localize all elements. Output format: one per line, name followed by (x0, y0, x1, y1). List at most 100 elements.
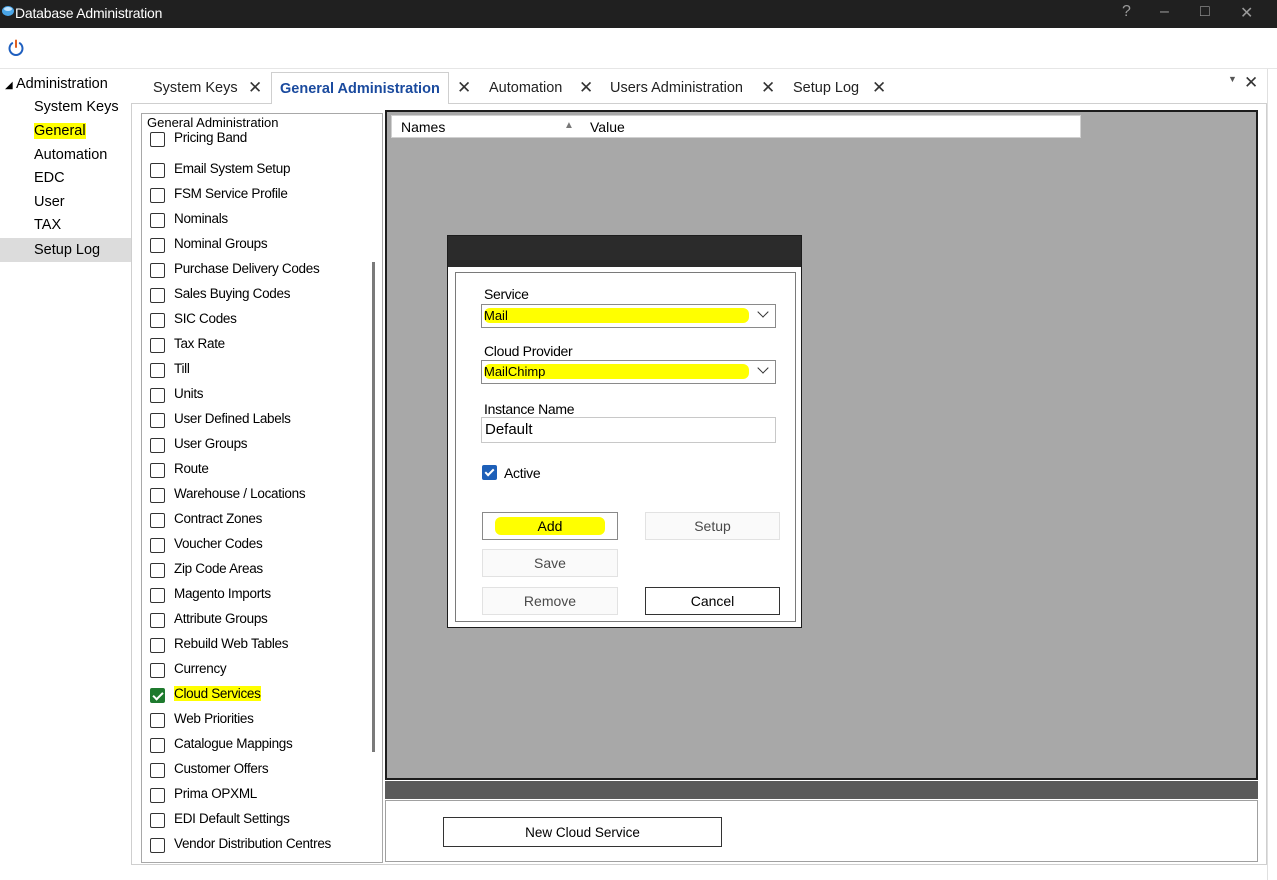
tab-automation[interactable]: Automation (489, 72, 562, 104)
tab-general-administration-close-icon[interactable]: ✕ (457, 72, 471, 104)
checklist-item-label: Purchase Delivery Codes (174, 261, 320, 276)
grid-header: Names ▲ Value (391, 115, 1081, 138)
cloud-provider-select[interactable]: MailChimp (481, 360, 776, 384)
checkbox[interactable] (150, 388, 165, 403)
tree-item-system-keys[interactable]: System Keys (34, 95, 119, 119)
checklist-item-label: Pricing Band (174, 130, 247, 145)
checklist-item-label: Web Priorities (174, 711, 254, 726)
checkbox[interactable] (150, 338, 165, 353)
title-bar: Database Administration ? – □ ✕ (0, 0, 1277, 28)
checklist-item-label: Zip Code Areas (174, 561, 263, 576)
general-administration-list: General Administration Pricing Band Email… (141, 113, 383, 863)
checkbox[interactable] (150, 813, 165, 828)
checkbox[interactable] (150, 188, 165, 203)
checklist-item-label: Route (174, 461, 209, 476)
tab-users-administration[interactable]: Users Administration (610, 72, 743, 104)
grid-col-names[interactable]: Names (401, 119, 445, 135)
checkbox[interactable] (150, 638, 165, 653)
list-header: General Administration (147, 115, 279, 130)
checklist-item-label: Rebuild Web Tables (174, 636, 289, 651)
checkbox[interactable] (150, 163, 165, 178)
help-button[interactable]: ? (1122, 3, 1131, 21)
tab-setup-log-close-icon[interactable]: ✕ (872, 72, 886, 104)
checkbox[interactable] (150, 263, 165, 278)
checkbox[interactable] (150, 713, 165, 728)
checkbox[interactable] (150, 238, 165, 253)
tree-item-user[interactable]: User (34, 190, 65, 214)
checklist-item-label: Sales Buying Codes (174, 286, 291, 301)
checklist-item-label: Currency (174, 661, 227, 676)
list-scrollbar[interactable] (372, 262, 375, 752)
checklist-item-label: Voucher Codes (174, 536, 263, 551)
checkbox[interactable] (150, 313, 165, 328)
checkbox[interactable] (150, 563, 165, 578)
cancel-button[interactable]: Cancel (645, 587, 780, 615)
checkbox[interactable] (150, 463, 165, 478)
checklist-item-label: Cloud Services (174, 686, 261, 701)
checklist-item-label: Catalogue Mappings (174, 736, 293, 751)
pane-menu-icon[interactable]: ▼ (1228, 74, 1237, 84)
tab-general-administration[interactable]: General Administration (271, 72, 449, 104)
maximize-button[interactable]: □ (1200, 3, 1210, 21)
checkbox[interactable] (150, 838, 165, 853)
tree-item-tax[interactable]: TAX (34, 213, 61, 237)
tree-item-setup-log[interactable]: Setup Log (0, 238, 131, 262)
checkbox[interactable] (150, 763, 165, 778)
power-icon[interactable] (7, 39, 25, 57)
active-checkbox[interactable] (482, 465, 497, 480)
window-title: Database Administration (15, 5, 163, 21)
active-label: Active (504, 465, 541, 481)
checkbox[interactable] (150, 438, 165, 453)
remove-button[interactable]: Remove (482, 587, 618, 615)
instance-name-label: Instance Name (484, 401, 575, 417)
checkbox-checked[interactable] (150, 688, 165, 703)
tree-item-general[interactable]: General (34, 119, 86, 143)
tab-users-administration-close-icon[interactable]: ✕ (761, 72, 775, 104)
tab-system-keys[interactable]: System Keys (153, 72, 238, 104)
tree-item-automation[interactable]: Automation (34, 143, 107, 167)
checkbox[interactable] (150, 213, 165, 228)
checklist-item-label: Vendor Distribution Centres (174, 836, 331, 851)
checkbox[interactable] (150, 538, 165, 553)
dialog-title-bar[interactable] (448, 236, 801, 267)
checkbox[interactable] (150, 363, 165, 378)
tree-root-administration[interactable]: ◢ Administration (5, 76, 108, 92)
tree-item-edc[interactable]: EDC (34, 166, 65, 190)
tree-root-label: Administration (15, 76, 108, 92)
checkbox[interactable] (150, 588, 165, 603)
add-button-label: Add (495, 517, 605, 535)
tab-automation-close-icon[interactable]: ✕ (579, 72, 593, 104)
checklist-item-label: User Groups (174, 436, 248, 451)
new-cloud-service-button[interactable]: New Cloud Service (443, 817, 722, 847)
chevron-down-icon (757, 362, 769, 374)
checkbox[interactable] (150, 513, 165, 528)
checkbox[interactable] (150, 738, 165, 753)
splitter-bar[interactable] (385, 781, 1258, 799)
chevron-down-icon (757, 306, 769, 318)
grid-col-value[interactable]: Value (590, 119, 625, 135)
checkbox[interactable] (150, 288, 165, 303)
minimize-button[interactable]: – (1160, 3, 1169, 21)
checkbox[interactable] (150, 132, 165, 147)
expand-triangle-icon[interactable]: ◢ (5, 80, 13, 91)
save-button[interactable]: Save (482, 549, 618, 577)
checkbox[interactable] (150, 788, 165, 803)
checkbox[interactable] (150, 488, 165, 503)
checklist-item-label: Customer Offers (174, 761, 269, 776)
checkbox[interactable] (150, 663, 165, 678)
checkbox[interactable] (150, 413, 165, 428)
setup-button[interactable]: Setup (645, 512, 780, 540)
instance-name-input[interactable]: Default (481, 417, 776, 443)
checklist-item-label: Units (174, 386, 204, 401)
pane-close-icon[interactable]: ✕ (1244, 73, 1258, 93)
tab-system-keys-close-icon[interactable]: ✕ (248, 72, 262, 104)
service-select[interactable]: Mail (481, 304, 776, 328)
checkbox[interactable] (150, 613, 165, 628)
tab-setup-log[interactable]: Setup Log (793, 72, 859, 104)
background-window-edge (1267, 69, 1277, 880)
checklist-item-label: EDI Default Settings (174, 811, 290, 826)
toolbar (0, 28, 1277, 69)
checklist-item-label: Prima OPXML (174, 786, 257, 801)
close-window-button[interactable]: ✕ (1240, 3, 1253, 23)
add-button[interactable]: Add (482, 512, 618, 540)
